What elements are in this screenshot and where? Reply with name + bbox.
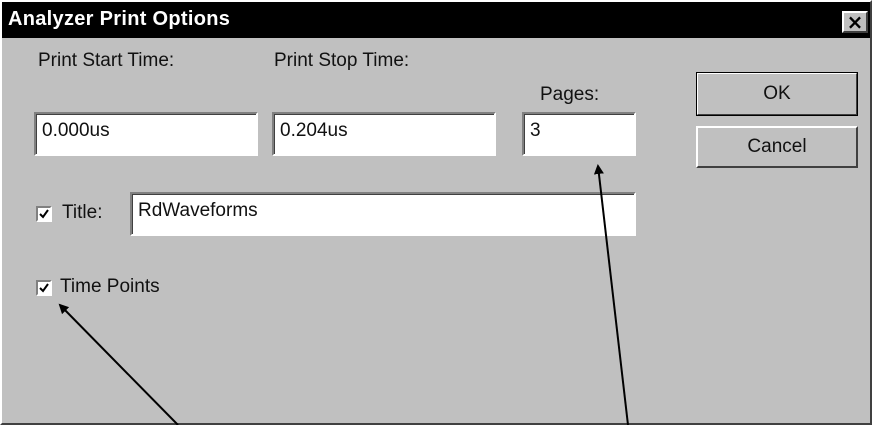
time-points-callout-arrow [58,303,179,425]
annotation-arrows [58,164,629,425]
pages-callout-arrow [593,164,629,425]
